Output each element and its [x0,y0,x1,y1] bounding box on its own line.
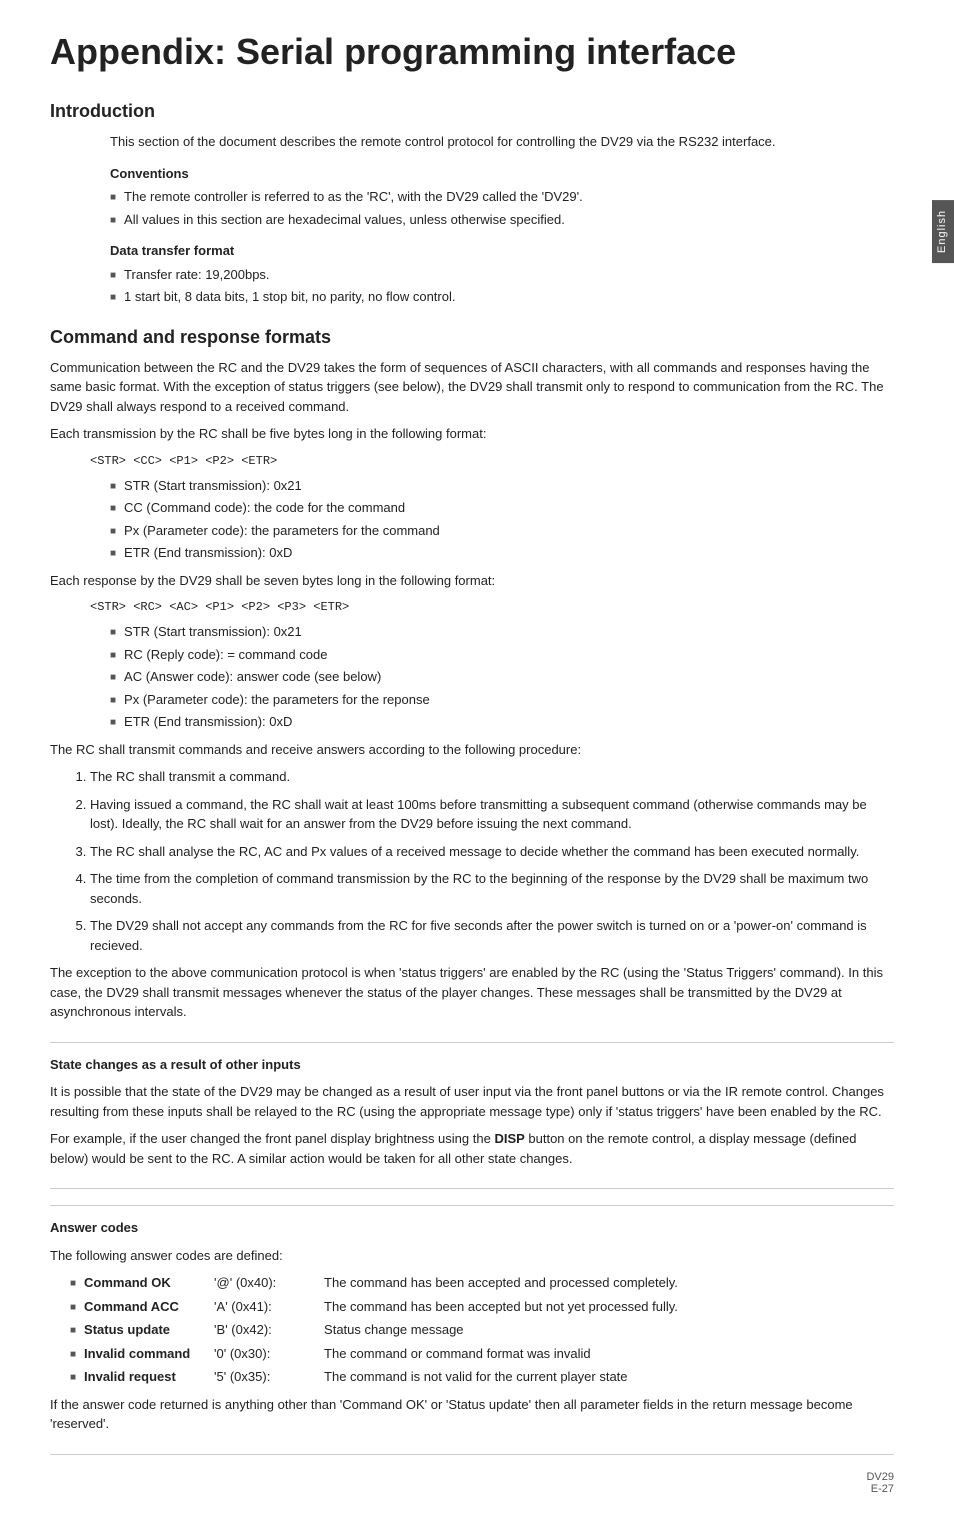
answer-desc-2: Status change message [324,1320,914,1340]
answer-desc-0: The command has been accepted and proces… [324,1273,914,1293]
list-item: STR (Start transmission): 0x21 [110,476,894,496]
list-item: CC (Command code): the code for the comm… [110,498,894,518]
answer-label-4: Invalid request [84,1367,214,1387]
list-item: The RC shall transmit a command. [90,767,894,787]
answer-codes-intro: The following answer codes are defined: [50,1246,894,1266]
state-changes-para1: It is possible that the state of the DV2… [50,1082,894,1121]
answer-label-0: Command OK [84,1273,214,1293]
footer: DV29 E-27 [50,1471,894,1495]
answer-code-3: '0' (0x30): [214,1344,324,1364]
answer-code-4: '5' (0x35): [214,1367,324,1387]
list-item: AC (Answer code): answer code (see below… [110,667,894,687]
answer-row-command-ok: Command OK '@' (0x40): The command has b… [70,1273,914,1293]
disp-bold: DISP [494,1131,524,1146]
answer-code-2: 'B' (0x42): [214,1320,324,1340]
dv29-format: <STR> <RC> <AC> <P1> <P2> <P3> <ETR> [90,598,894,616]
page-title: Appendix: Serial programming interface [50,30,894,73]
list-item: Px (Parameter code): the parameters for … [110,690,894,710]
list-item: The time from the completion of command … [90,869,894,908]
answer-row-invalid-command: Invalid command '0' (0x30): The command … [70,1344,914,1364]
transmission-format-label: Each transmission by the RC shall be fiv… [50,424,894,444]
state-changes-section: State changes as a result of other input… [50,1042,894,1190]
data-transfer-list: Transfer rate: 19,200bps. 1 start bit, 8… [110,265,894,307]
footer-model: DV29 [866,1471,894,1483]
rc-format: <STR> <CC> <P1> <P2> <ETR> [90,452,894,470]
answer-label-2: Status update [84,1320,214,1340]
list-item: The DV29 shall not accept any commands f… [90,916,894,955]
response-format-label: Each response by the DV29 shall be seven… [50,571,894,591]
page-content: English Appendix: Serial programming int… [0,0,954,1525]
list-item: ETR (End transmission): 0xD [110,543,894,563]
command-response-title: Command and response formats [50,327,894,348]
answer-codes-title: Answer codes [50,1218,894,1238]
answer-code-1: 'A' (0x41): [214,1297,324,1317]
list-item: STR (Start transmission): 0x21 [110,622,894,642]
state-changes-title: State changes as a result of other input… [50,1055,894,1075]
list-item: Transfer rate: 19,200bps. [110,265,894,285]
footer-page: E-27 [866,1483,894,1495]
introduction-section: Introduction This section of the documen… [50,101,894,307]
introduction-title: Introduction [50,101,894,122]
list-item: Px (Parameter code): the parameters for … [110,521,894,541]
list-item: ETR (End transmission): 0xD [110,712,894,732]
list-item: The RC shall analyse the RC, AC and Px v… [90,842,894,862]
data-transfer-title: Data transfer format [110,241,894,261]
list-item: All values in this section are hexadecim… [110,210,894,230]
answer-code-0: '@' (0x40): [214,1273,324,1293]
answer-row-command-acc: Command ACC 'A' (0x41): The command has … [70,1297,914,1317]
conventions-list: The remote controller is referred to as … [110,187,894,229]
list-item: The remote controller is referred to as … [110,187,894,207]
rc-items-list: STR (Start transmission): 0x21 CC (Comma… [110,476,894,563]
answer-row-status-update: Status update 'B' (0x42): Status change … [70,1320,914,1340]
procedure-intro: The RC shall transmit commands and recei… [50,740,894,760]
command-response-intro: Communication between the RC and the DV2… [50,358,894,417]
answer-codes-section: Answer codes The following answer codes … [50,1205,894,1455]
answer-desc-1: The command has been accepted but not ye… [324,1297,914,1317]
list-item: Having issued a command, the RC shall wa… [90,795,894,834]
language-tab: English [932,200,954,263]
answer-row-invalid-request: Invalid request '5' (0x35): The command … [70,1367,914,1387]
procedure-list: The RC shall transmit a command. Having … [90,767,894,955]
answer-codes-footer: If the answer code returned is anything … [50,1395,894,1434]
list-item: 1 start bit, 8 data bits, 1 stop bit, no… [110,287,894,307]
state-changes-para2: For example, if the user changed the fro… [50,1129,894,1168]
dv29-items-list: STR (Start transmission): 0x21 RC (Reply… [110,622,894,732]
exception-text: The exception to the above communication… [50,963,894,1022]
answer-codes-table: Command OK '@' (0x40): The command has b… [70,1273,914,1387]
command-response-section: Command and response formats Communicati… [50,327,894,1022]
footer-badge: DV29 E-27 [866,1471,894,1495]
answer-label-3: Invalid command [84,1344,214,1364]
conventions-title: Conventions [110,164,894,184]
answer-desc-4: The command is not valid for the current… [324,1367,914,1387]
answer-label-1: Command ACC [84,1297,214,1317]
introduction-body: This section of the document describes t… [110,132,894,152]
list-item: RC (Reply code): = command code [110,645,894,665]
answer-desc-3: The command or command format was invali… [324,1344,914,1364]
